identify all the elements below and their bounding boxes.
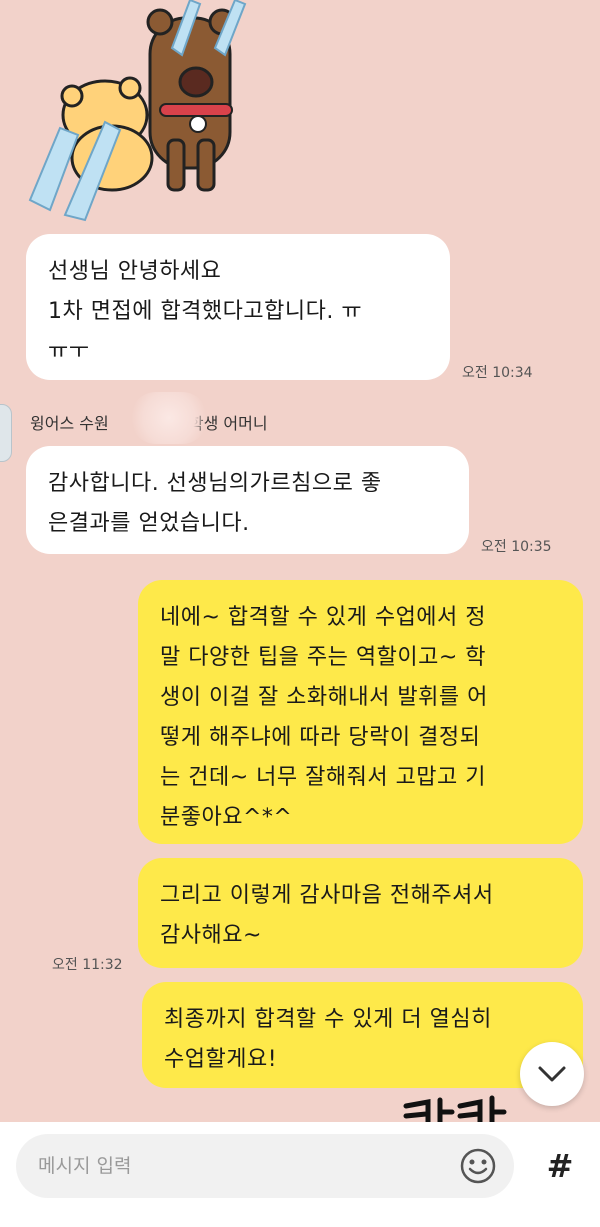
message-input[interactable] [38, 1134, 438, 1198]
scroll-down-button[interactable] [520, 1042, 584, 1106]
message-input-container[interactable] [16, 1134, 514, 1198]
crying-bears-sticker [28, 0, 247, 222]
name-blur-mask [130, 392, 208, 444]
message-time: 오전 10:34 [462, 365, 533, 381]
sender-name-prefix: 윙어스 수원 [30, 414, 109, 433]
chevron-down-icon [538, 1066, 566, 1082]
emoji-icon[interactable] [458, 1146, 498, 1186]
message-time: 오전 10:35 [481, 539, 552, 555]
sender-avatar[interactable] [0, 404, 12, 462]
message-input-bar: # [0, 1122, 600, 1227]
message-time: 오전 11:32 [52, 957, 123, 973]
hashtag-search-button[interactable]: # [532, 1138, 588, 1194]
message-bubble-sent[interactable]: 네에~ 합격할 수 있게 수업에서 정 말 다양한 팁을 주는 역할이고~ 학 … [138, 580, 583, 844]
sticker-peek [403, 1095, 507, 1122]
message-bubble-received[interactable]: 감사합니다. 선생님의가르침으로 좋 은결과를 얻었습니다. [26, 446, 469, 554]
message-bubble-received[interactable]: 선생님 안녕하세요 1차 면접에 합격했다고합니다. ㅠ ㅠㅜ [26, 234, 450, 380]
message-bubble-sent[interactable]: 그리고 이렇게 감사마음 전해주셔서 감사해요~ [138, 858, 583, 968]
chat-area[interactable]: 선생님 안녕하세요 1차 면접에 합격했다고합니다. ㅠ ㅠㅜ 오전 10:34… [0, 0, 600, 1122]
message-bubble-sent[interactable]: 최종까지 합격할 수 있게 더 열심히 수업할게요! [142, 982, 583, 1088]
